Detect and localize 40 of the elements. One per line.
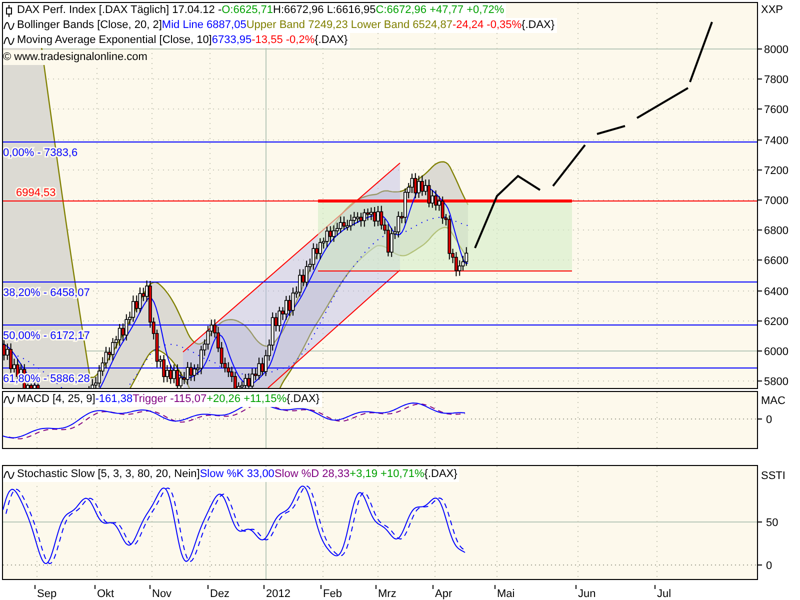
axis-label: Mai [497, 588, 515, 600]
wave-icon [3, 20, 15, 32]
axis-label: 7200 [764, 165, 788, 177]
axis-label: 6600 [764, 255, 788, 267]
axis-label: 7600 [764, 104, 788, 116]
axis-label: 6400 [764, 286, 788, 298]
axis-label: Apr [435, 588, 452, 600]
axis-label: 7800 [764, 74, 788, 86]
axis-label: Okt [97, 588, 114, 600]
axis-label: Feb [323, 588, 342, 600]
legend-text: Bollinger Bands [Close, 20, 2]Mid Line 6887,05Upper Band 7249,23 Lower Band 6524,87-24,24 -0,35%{.DAX} [17, 18, 555, 33]
axis-title: MAC [761, 395, 786, 407]
axis-label: 8000 [764, 44, 788, 56]
wave-icon [3, 34, 15, 46]
axis-title: SSTI [761, 470, 786, 482]
axis-label: Jul [657, 588, 672, 600]
axis-label: Mrz [378, 588, 396, 600]
axis-label: Dez [210, 588, 230, 600]
axis-label: 0 [766, 560, 772, 572]
axis-label: 6200 [764, 316, 788, 328]
level-label: 6994,53 [16, 187, 56, 199]
axis-label: Sep [37, 588, 57, 600]
axis-title: XXP [761, 4, 784, 16]
axis-label: 0 [766, 414, 772, 426]
axis-label: 2012 [266, 588, 290, 600]
copyright-text: © www.tradesignalonline.com [3, 50, 148, 65]
wave-icon [3, 394, 15, 406]
wave-icon [3, 468, 15, 480]
axis-label: 6000 [764, 346, 788, 358]
legend-text: Moving Average Exponential [Close, 10]6733,95-13,55 -0,2%{.DAX} [17, 33, 348, 48]
legend-text: DAX Perf. Index [.DAX Täglich] 17.04.12 -O:6625,71H:6672,96 L:6616,95C:6672,96 +47,77 +0,72% [17, 3, 504, 18]
axis-label: Jun [578, 588, 596, 600]
legend-text: MACD [4, 25, 9]-161,38Trigger -115,07+20,26 +11,15%{.DAX} [17, 392, 320, 407]
axis-label: 7400 [764, 135, 788, 147]
axis-label: Nov [152, 588, 172, 600]
axis-label: 6800 [764, 225, 788, 237]
axis-label: 7000 [764, 195, 788, 207]
legend-text: Stochastic Slow [5, 3, 3, 80, 20, Nein]Slow %K 33,00Slow %D 28,33+3,19 +10,71%{.DAX} [17, 467, 458, 482]
axis-label: 50 [766, 517, 778, 529]
axis-label: 5800 [764, 376, 788, 388]
